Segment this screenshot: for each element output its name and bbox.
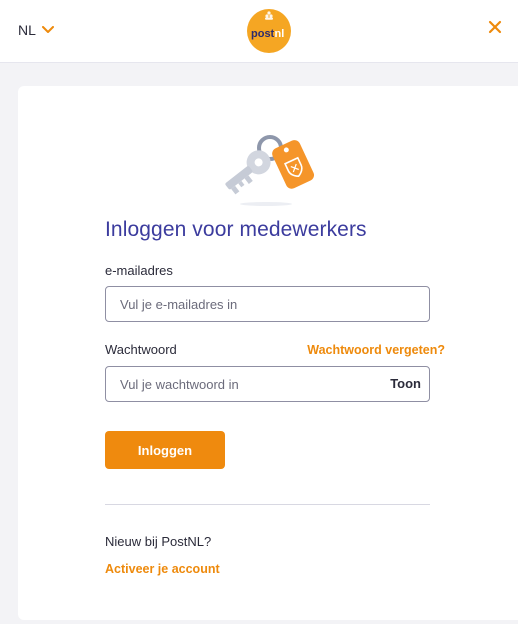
new-user-text: Nieuw bij PostNL? [105, 534, 212, 549]
divider [105, 504, 430, 505]
close-icon[interactable] [488, 20, 502, 34]
keys-illustration-icon [225, 135, 315, 206]
top-bar: NL post nl [0, 0, 518, 63]
email-field-container [105, 286, 430, 322]
password-label: Wachtwoord [105, 342, 177, 357]
postnl-logo: post nl [247, 9, 291, 53]
show-password-toggle[interactable]: Toon [390, 376, 421, 391]
password-field-container: Toon [105, 366, 430, 402]
language-selector[interactable]: NL [18, 22, 54, 38]
password-field[interactable] [106, 367, 429, 401]
activate-account-link[interactable]: Activeer je account [105, 562, 220, 576]
svg-text:post: post [251, 28, 275, 40]
language-label: NL [18, 22, 36, 38]
email-label: e-mailadres [105, 263, 173, 278]
forgot-password-link[interactable]: Wachtwoord vergeten? [307, 343, 445, 357]
login-button[interactable]: Inloggen [105, 431, 225, 469]
chevron-down-icon [41, 26, 54, 33]
svg-text:nl: nl [275, 28, 285, 40]
email-field[interactable] [106, 287, 429, 321]
login-card: Inloggen voor medewerkers e-mailadres Wa… [18, 86, 518, 620]
page-title: Inloggen voor medewerkers [105, 218, 367, 241]
